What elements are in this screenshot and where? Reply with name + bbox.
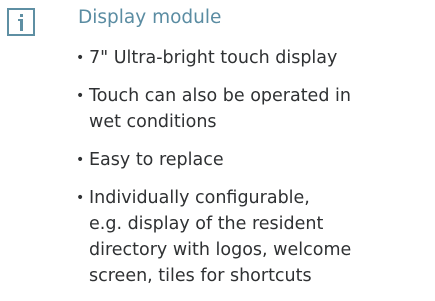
bullet: • <box>76 88 85 104</box>
info-icon <box>7 8 35 36</box>
info-icon-dot <box>20 14 23 17</box>
info-icon-stem <box>20 19 23 31</box>
feature-item-wet-touch: • Touch can also be operated in wet cond… <box>76 83 432 135</box>
feature-item-replace: • Easy to replace <box>76 147 432 173</box>
feature-text: 7" Ultra-bright touch display <box>89 48 338 68</box>
bullet: • <box>76 152 85 168</box>
section-heading: Display module <box>78 7 222 28</box>
feature-item-display: • 7" Ultra-bright touch display <box>76 45 432 71</box>
bullet: • <box>76 50 85 66</box>
feature-text: Touch can also be operated in wet condit… <box>89 86 351 132</box>
feature-text: Easy to replace <box>89 150 224 170</box>
feature-text: Individually configurable, e.g. display … <box>89 188 352 286</box>
bullet: • <box>76 190 85 206</box>
feature-item-configurable: • Individually configurable, e.g. displa… <box>76 185 432 289</box>
feature-list: • 7" Ultra-bright touch display • Touch … <box>76 45 432 301</box>
